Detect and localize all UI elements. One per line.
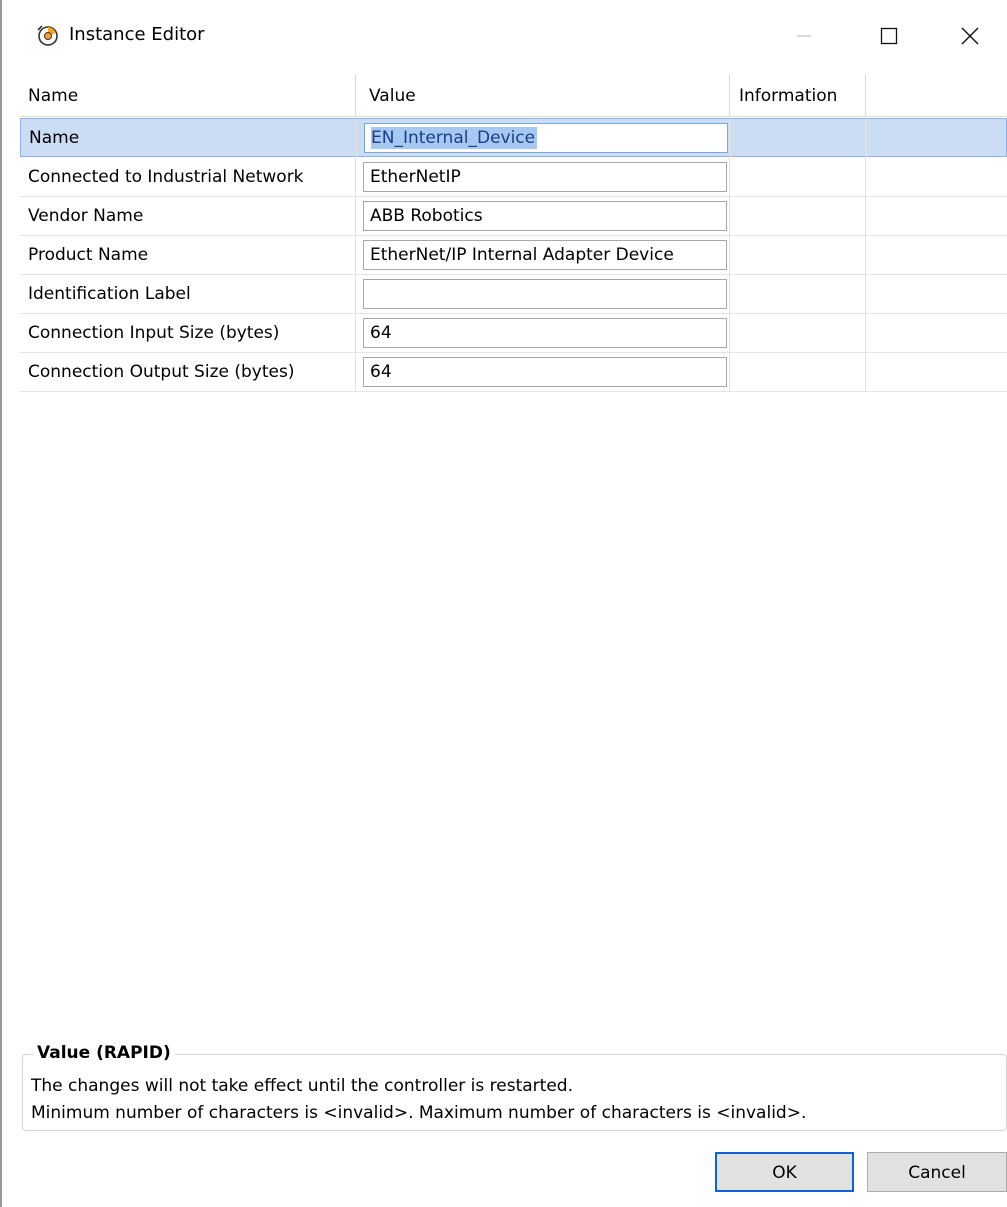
close-icon <box>961 27 979 45</box>
row-filler-cell <box>866 314 1007 352</box>
minimize-icon <box>797 35 811 37</box>
row-value-cell: 64 <box>356 353 730 391</box>
row-name-cell: Connected to Industrial Network <box>20 158 356 196</box>
table-row[interactable]: Connection Output Size (bytes) 64 <box>20 353 1007 392</box>
row-filler-cell <box>866 158 1007 196</box>
row-value-cell: ABB Robotics <box>356 197 730 235</box>
row-value-cell: EtherNetIP <box>356 158 730 196</box>
instance-editor-icon <box>36 24 60 48</box>
table-row[interactable]: Connected to Industrial Network EtherNet… <box>20 158 1007 197</box>
row-information-cell <box>730 353 866 391</box>
row-name-cell: Name <box>21 119 357 157</box>
row-information-cell <box>730 314 866 352</box>
column-header-name[interactable]: Name <box>20 74 356 116</box>
row-value-cell: 64 <box>356 314 730 352</box>
property-grid: Name Value Information Name EN_Internal_… <box>20 74 1007 392</box>
table-row[interactable]: Name EN_Internal_Device <box>20 118 1007 157</box>
value-info-panel: Value (RAPID) The changes will not take … <box>22 1040 1007 1131</box>
selected-value-text: EN_Internal_Device <box>371 127 538 149</box>
row-name-cell: Product Name <box>20 236 356 274</box>
info-panel-length-note: Minimum number of characters is <invalid… <box>31 1103 807 1123</box>
table-row[interactable]: Vendor Name ABB Robotics <box>20 197 1007 236</box>
info-panel-restart-note: The changes will not take effect until t… <box>31 1076 573 1096</box>
column-header-value[interactable]: Value <box>356 74 730 116</box>
grid-header: Name Value Information <box>20 74 1007 117</box>
window-title: Instance Editor <box>69 24 205 45</box>
row-name-cell: Connection Input Size (bytes) <box>20 314 356 352</box>
row-filler-cell <box>866 353 1007 391</box>
table-row[interactable]: Product Name EtherNet/IP Internal Adapte… <box>20 236 1007 275</box>
table-row[interactable]: Identification Label <box>20 275 1007 314</box>
value-input[interactable]: 64 <box>363 357 727 387</box>
title-bar[interactable]: Instance Editor <box>2 0 1007 70</box>
column-header-information[interactable]: Information <box>730 74 866 116</box>
row-filler-cell <box>866 236 1007 274</box>
row-name-cell: Identification Label <box>20 275 356 313</box>
row-filler-cell <box>866 275 1007 313</box>
cancel-button[interactable]: Cancel <box>867 1152 1007 1192</box>
minimize-button[interactable] <box>781 16 827 56</box>
value-input[interactable]: EtherNetIP <box>363 162 727 192</box>
row-filler-cell <box>867 119 1007 157</box>
maximize-icon <box>880 27 898 45</box>
column-header-filler <box>866 74 1007 116</box>
row-value-cell <box>356 275 730 313</box>
row-information-cell <box>730 158 866 196</box>
close-button[interactable] <box>947 16 993 56</box>
maximize-button[interactable] <box>866 16 912 56</box>
row-name-cell: Connection Output Size (bytes) <box>20 353 356 391</box>
value-input[interactable]: EN_Internal_Device <box>364 123 728 153</box>
row-information-cell <box>730 197 866 235</box>
row-filler-cell <box>866 197 1007 235</box>
row-name-cell: Vendor Name <box>20 197 356 235</box>
row-information-cell <box>731 119 867 157</box>
row-value-cell: EtherNet/IP Internal Adapter Device <box>356 236 730 274</box>
table-row[interactable]: Connection Input Size (bytes) 64 <box>20 314 1007 353</box>
row-information-cell <box>730 236 866 274</box>
row-information-cell <box>730 275 866 313</box>
value-input[interactable]: EtherNet/IP Internal Adapter Device <box>363 240 727 270</box>
value-input[interactable]: ABB Robotics <box>363 201 727 231</box>
info-panel-heading: Value (RAPID) <box>33 1040 175 1066</box>
value-input[interactable]: 64 <box>363 318 727 348</box>
row-value-cell: EN_Internal_Device <box>357 119 731 157</box>
ok-button[interactable]: OK <box>715 1152 854 1192</box>
value-input[interactable] <box>363 279 727 309</box>
instance-editor-window: Instance Editor Name Value Information N… <box>0 0 1007 1207</box>
